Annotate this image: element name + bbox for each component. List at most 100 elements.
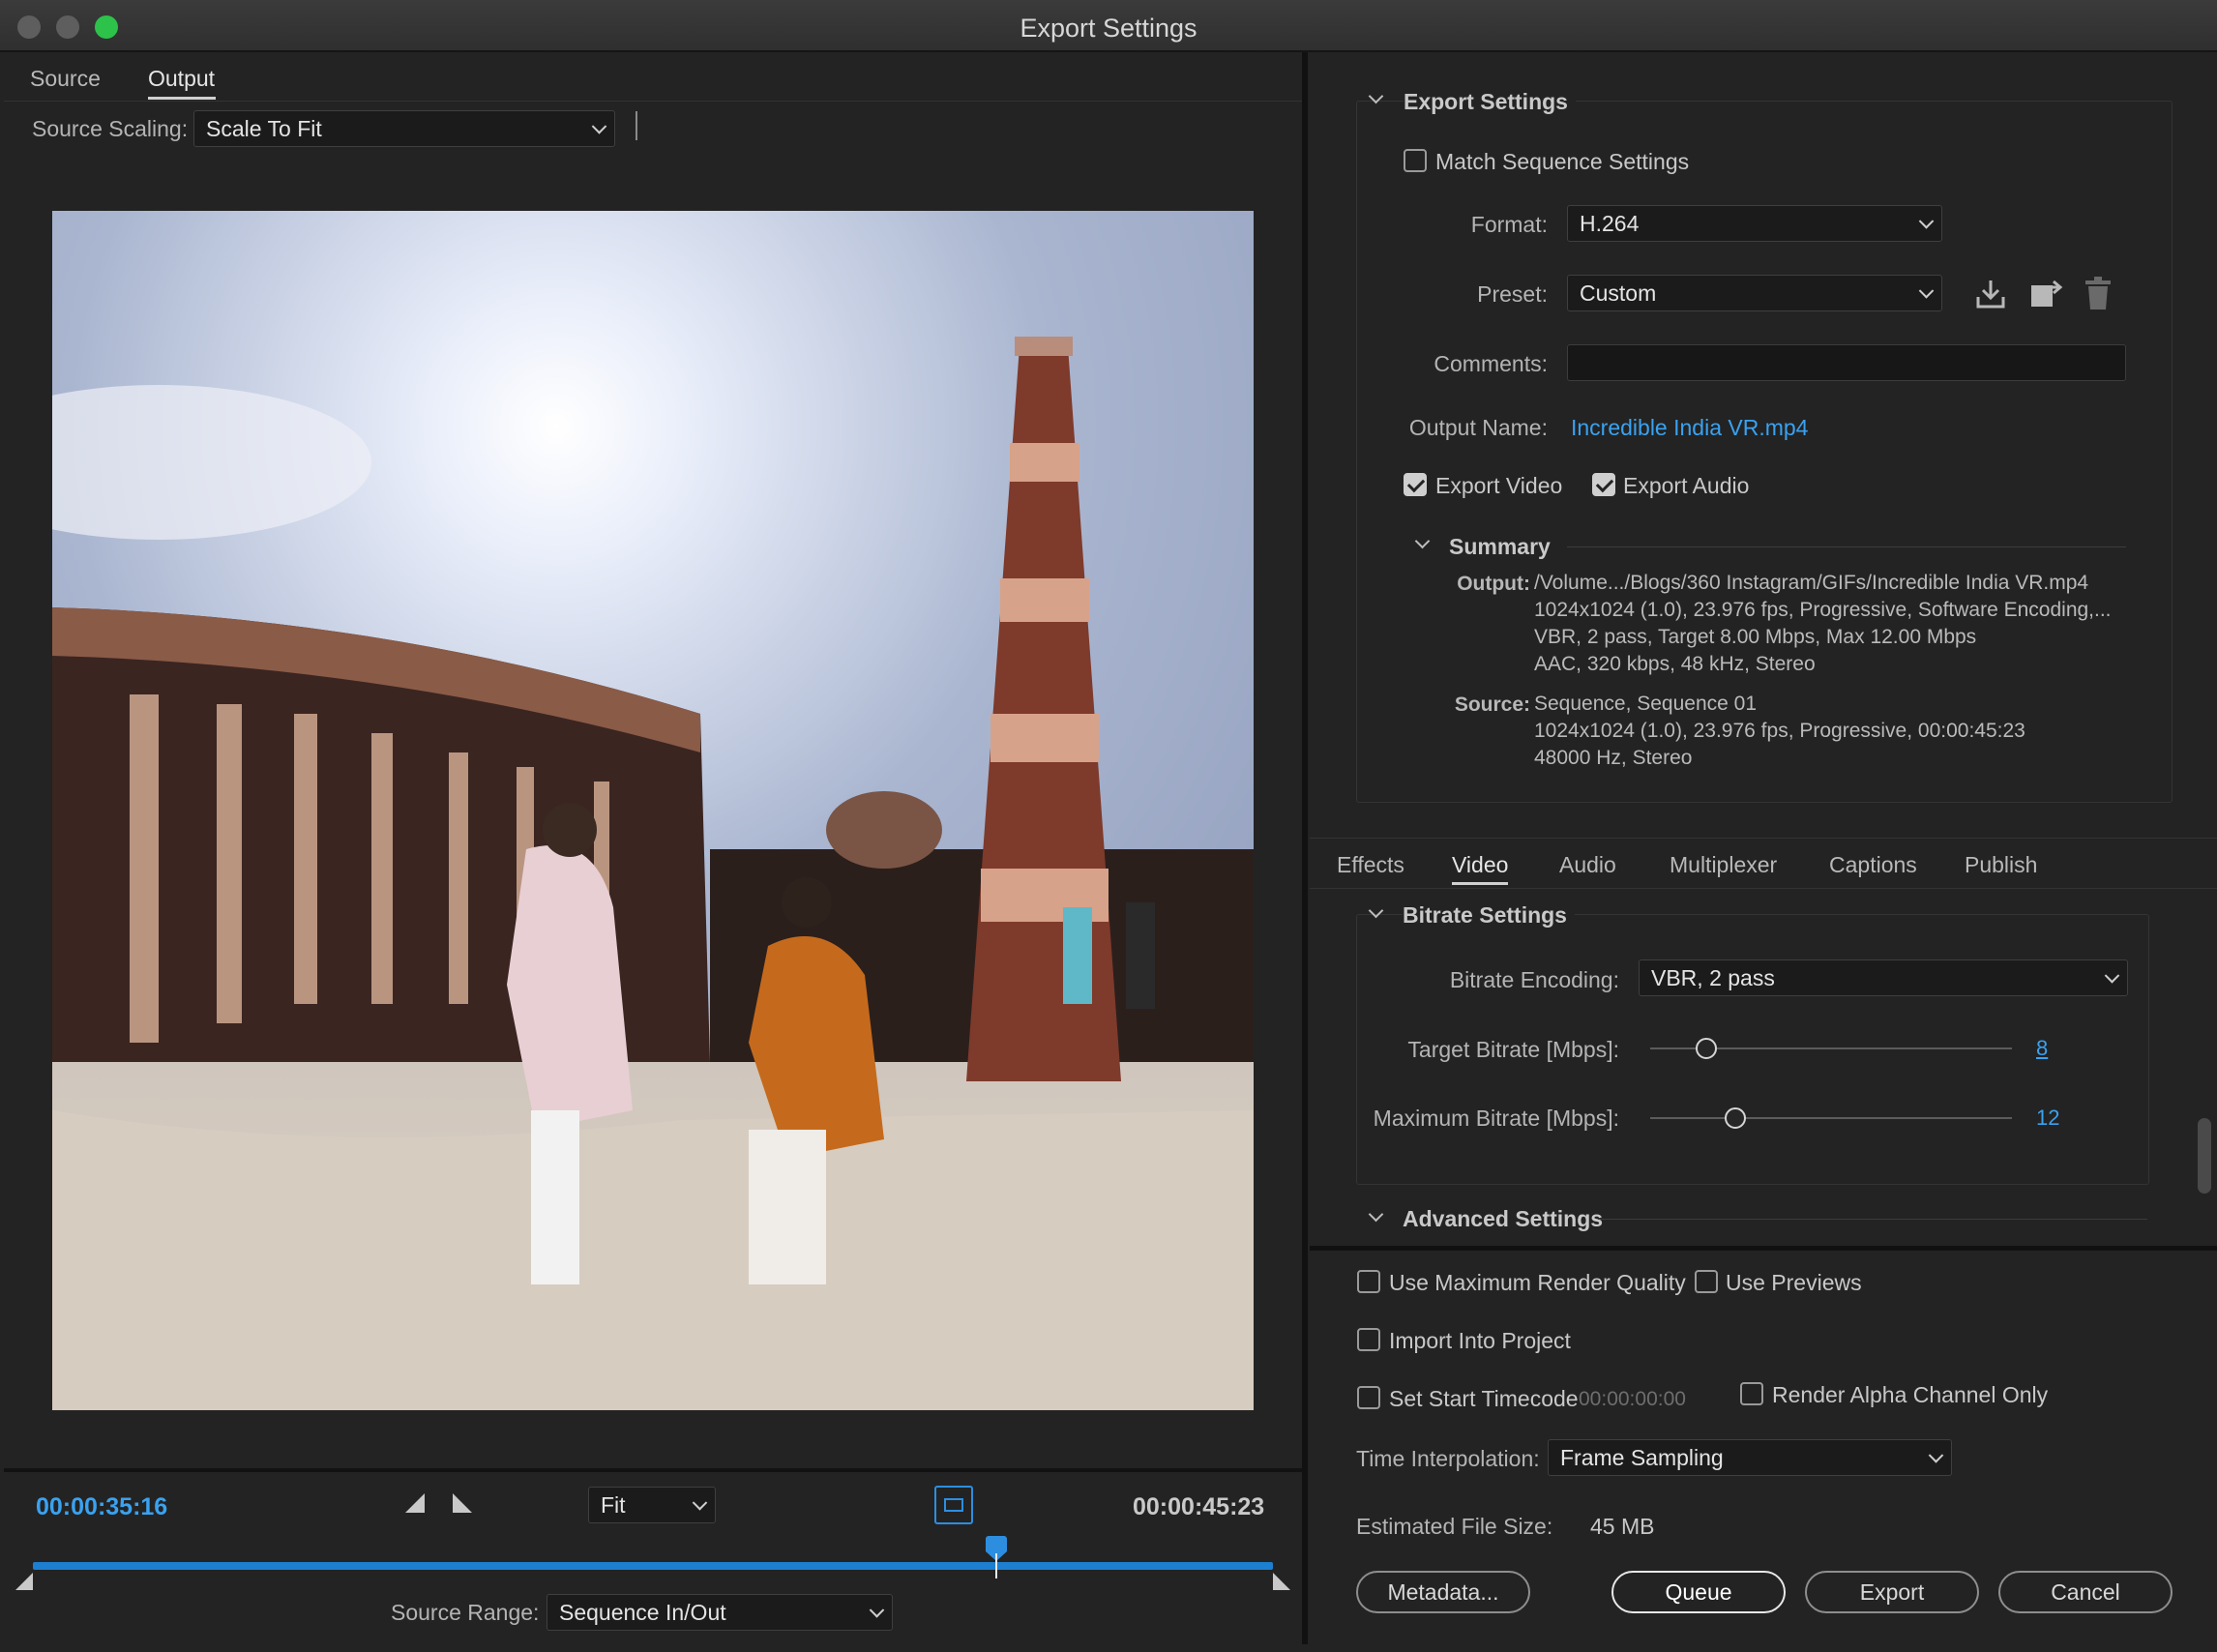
tab-multiplexer[interactable]: Multiplexer <box>1670 852 1777 878</box>
match-sequence-checkbox[interactable] <box>1404 149 1427 172</box>
zoom-value: Fit <box>601 1491 626 1518</box>
export-video-checkbox[interactable] <box>1404 473 1427 496</box>
maximum-bitrate-label: Maximum Bitrate [Mbps]: <box>1373 1106 1619 1131</box>
tab-divider <box>4 101 1302 102</box>
maximum-bitrate-slider-thumb[interactable] <box>1724 1107 1746 1129</box>
bitrate-encoding-dropdown[interactable]: VBR, 2 pass <box>1639 959 2128 996</box>
mark-out-icon[interactable] <box>453 1493 472 1513</box>
estimated-size-value: 45 MB <box>1590 1514 1655 1539</box>
max-render-quality-checkbox[interactable] <box>1357 1270 1380 1293</box>
preset-dropdown[interactable]: Custom <box>1567 275 1942 311</box>
tab-captions[interactable]: Captions <box>1829 852 1917 878</box>
tab-source[interactable]: Source <box>30 66 101 92</box>
metadata-button[interactable]: Metadata... <box>1356 1571 1530 1613</box>
output-name-label: Output Name: <box>1408 415 1548 440</box>
preset-value: Custom <box>1580 280 1657 306</box>
start-timecode-field[interactable]: 00:00:00:00 <box>1579 1388 1686 1411</box>
summary-output-line: 1024x1024 (1.0), 23.976 fps, Progressive… <box>1534 599 2112 621</box>
target-bitrate-slider-thumb[interactable] <box>1695 1038 1717 1059</box>
video-preview <box>52 211 1254 1410</box>
preset-label: Preset: <box>1477 281 1548 307</box>
bitrate-encoding-label: Bitrate Encoding: <box>1449 967 1619 992</box>
summary-source-key: Source: <box>1454 693 1530 716</box>
estimated-size-label: Estimated File Size: <box>1356 1514 1553 1539</box>
save-preset-icon[interactable] <box>1974 278 2007 310</box>
summary-output-line: VBR, 2 pass, Target 8.00 Mbps, Max 12.00… <box>1534 626 1977 648</box>
summary-source-line: 1024x1024 (1.0), 23.976 fps, Progressive… <box>1534 720 2025 742</box>
maximum-bitrate-slider[interactable] <box>1650 1117 2012 1119</box>
summary-output-key: Output: <box>1457 573 1530 595</box>
fit-timeline-icon[interactable] <box>934 1486 973 1524</box>
source-scaling-value: Scale To Fit <box>206 115 322 141</box>
render-alpha-checkbox[interactable] <box>1740 1382 1763 1405</box>
source-range-value: Sequence In/Out <box>559 1599 726 1625</box>
use-previews-checkbox[interactable] <box>1695 1270 1718 1293</box>
render-alpha-label: Render Alpha Channel Only <box>1772 1382 2049 1407</box>
chevron-down-icon <box>692 1495 708 1511</box>
import-preset-icon[interactable] <box>2028 278 2063 310</box>
chevron-down-icon <box>1918 283 1935 299</box>
set-start-timecode-checkbox[interactable] <box>1357 1386 1380 1409</box>
timeline-scrubber[interactable] <box>33 1562 1273 1570</box>
export-button[interactable]: Export <box>1805 1571 1979 1613</box>
export-settings-heading: Export Settings <box>1404 89 1576 115</box>
title-bar: Export Settings <box>0 0 2217 52</box>
queue-button[interactable]: Queue <box>1611 1571 1786 1613</box>
max-render-quality-label: Use Maximum Render Quality <box>1389 1270 1686 1295</box>
export-audio-checkbox[interactable] <box>1592 473 1615 496</box>
tabs-bottom-divider <box>1310 888 2217 889</box>
tab-output[interactable]: Output <box>148 66 215 92</box>
window-title: Export Settings <box>1020 14 1197 43</box>
playhead-handle[interactable] <box>986 1536 1008 1578</box>
format-value: H.264 <box>1580 210 1640 236</box>
output-name-link[interactable]: Incredible India VR.mp4 <box>1571 415 1808 441</box>
range-out-handle[interactable] <box>1273 1573 1290 1590</box>
chevron-down-icon <box>2104 968 2120 984</box>
summary-rule <box>1567 546 2126 547</box>
advanced-settings-heading: Advanced Settings <box>1403 1206 1604 1231</box>
summary-output-line: /Volume.../Blogs/360 Instagram/GIFs/Incr… <box>1534 572 2089 594</box>
source-scaling-label: Source Scaling: <box>32 116 189 141</box>
chevron-down-icon <box>869 1603 885 1618</box>
tab-video[interactable]: Video <box>1452 852 1508 878</box>
time-interpolation-value: Frame Sampling <box>1560 1444 1724 1470</box>
format-dropdown[interactable]: H.264 <box>1567 205 1942 242</box>
summary-source-line: Sequence, Sequence 01 <box>1534 693 1758 715</box>
mark-in-icon[interactable] <box>405 1493 425 1513</box>
maximum-bitrate-value[interactable]: 12 <box>2036 1106 2059 1131</box>
bottom-separator <box>1310 1246 2217 1251</box>
export-video-label: Export Video <box>1435 473 1563 498</box>
tab-output-underline <box>148 97 216 100</box>
import-into-project-label: Import Into Project <box>1389 1328 1571 1353</box>
cancel-button[interactable]: Cancel <box>1998 1571 2173 1613</box>
target-bitrate-label: Target Bitrate [Mbps]: <box>1407 1037 1619 1062</box>
summary-output-values: /Volume.../Blogs/360 Instagram/GIFs/Incr… <box>1534 570 2112 678</box>
comments-input[interactable] <box>1567 344 2126 381</box>
chevron-down-icon <box>591 119 607 134</box>
tab-video-underline <box>1452 882 1508 885</box>
tab-effects[interactable]: Effects <box>1337 852 1404 878</box>
import-into-project-checkbox[interactable] <box>1357 1328 1380 1351</box>
summary-source-line: 48000 Hz, Stereo <box>1534 747 1693 769</box>
tab-audio[interactable]: Audio <box>1559 852 1616 878</box>
current-timecode[interactable]: 00:00:35:16 <box>36 1493 167 1521</box>
chevron-down-icon <box>1928 1448 1944 1463</box>
zoom-dropdown[interactable]: Fit <box>588 1487 716 1523</box>
video-frame-image <box>52 211 1254 1410</box>
duration-timecode: 00:00:45:23 <box>1133 1493 1265 1520</box>
match-sequence-label: Match Sequence Settings <box>1435 149 1690 174</box>
source-range-dropdown[interactable]: Sequence In/Out <box>547 1594 893 1631</box>
settings-scrollbar-thumb[interactable] <box>2198 1118 2211 1194</box>
tab-publish[interactable]: Publish <box>1965 852 2037 878</box>
range-in-handle[interactable] <box>15 1573 33 1590</box>
bitrate-encoding-value: VBR, 2 pass <box>1651 964 1775 990</box>
comments-label: Comments: <box>1434 351 1548 376</box>
advanced-rule <box>1598 1219 2147 1220</box>
summary-source-values: Sequence, Sequence 01 1024x1024 (1.0), 2… <box>1534 691 2025 772</box>
source-scaling-dropdown[interactable]: Scale To Fit <box>193 110 615 147</box>
time-interpolation-label: Time Interpolation: <box>1356 1446 1540 1471</box>
delete-preset-icon[interactable] <box>2084 277 2113 311</box>
time-interpolation-dropdown[interactable]: Frame Sampling <box>1548 1439 1952 1476</box>
target-bitrate-value[interactable]: 8 <box>2036 1036 2048 1061</box>
chevron-down-icon <box>1918 214 1935 229</box>
